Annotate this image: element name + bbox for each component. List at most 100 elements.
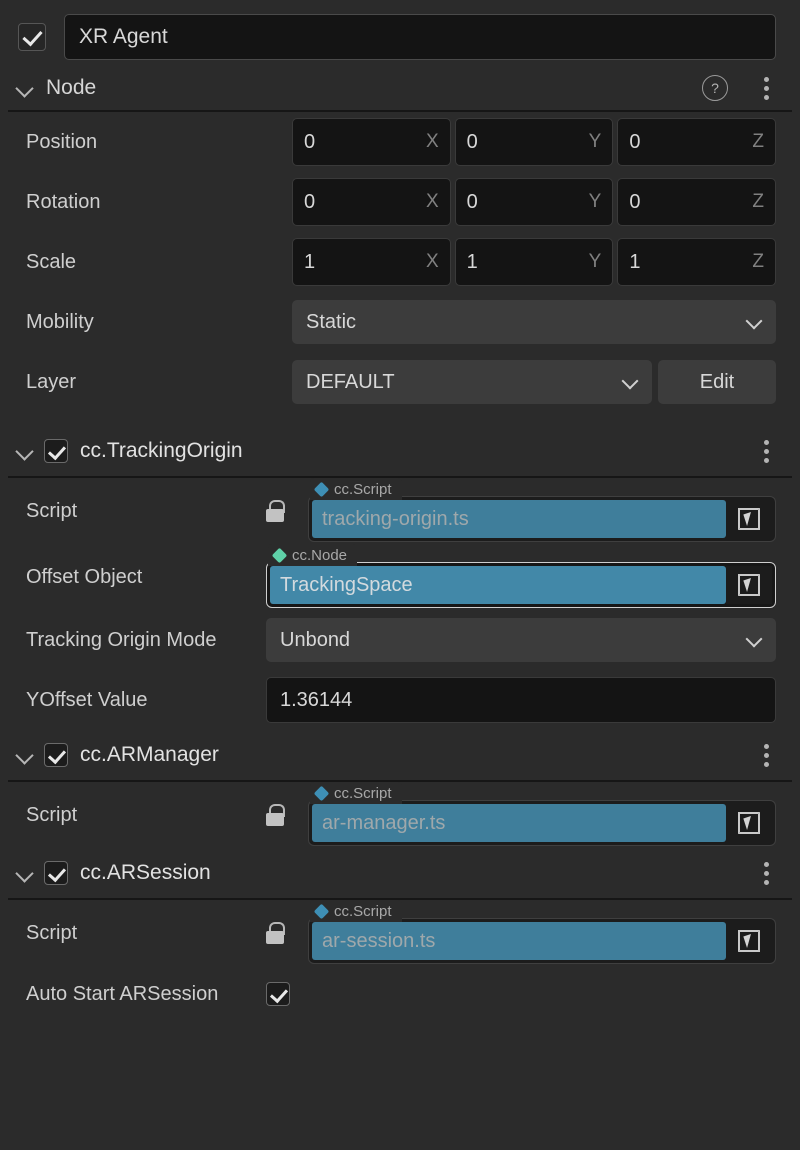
kebab-menu-icon[interactable] [756, 75, 776, 101]
property-label: YOffset Value [26, 688, 148, 711]
asset-type-diamond-icon [313, 903, 330, 919]
value: 0 [304, 130, 316, 153]
component-header-tracking-origin[interactable]: cc.TrackingOrigin [0, 426, 800, 476]
position-x-input[interactable]: 0 X [292, 118, 451, 166]
property-label: Mobility [26, 310, 94, 333]
gap [0, 412, 800, 426]
position-z-input[interactable]: 0 Z [617, 118, 777, 166]
tracking-origin-mode-select[interactable]: Unbond [266, 618, 776, 662]
chevron-down-icon[interactable] [14, 862, 36, 884]
property-label: Rotation [26, 190, 101, 213]
property-row-position: Position 0 X 0 Y 0 Z [0, 112, 800, 172]
value: 1 [629, 250, 641, 273]
node-picker-icon [738, 930, 760, 952]
property-row-tracking-origin-mode: Tracking Origin Mode Unbond [0, 610, 800, 670]
node-picker-button[interactable] [726, 500, 772, 538]
property-label: Position [26, 130, 98, 153]
scale-x-input[interactable]: 1 X [292, 238, 451, 286]
value: 0 [629, 190, 641, 213]
node-enabled-checkbox[interactable] [18, 22, 46, 51]
rotation-y-input[interactable]: 0 Y [454, 178, 614, 226]
axis-label-z: Z [752, 131, 765, 152]
mobility-selected-value: Static [306, 310, 357, 333]
mobility-select[interactable]: Static [292, 300, 776, 344]
value: 1 [466, 250, 478, 273]
component-title: cc.ARManager [80, 743, 219, 766]
position-y-input[interactable]: 0 Y [454, 118, 614, 166]
chevron-down-icon[interactable] [14, 440, 36, 462]
node-reference-box[interactable]: TrackingSpace [266, 562, 776, 608]
property-row-scale: Scale 1 X 1 Y 1 Z [0, 232, 800, 292]
component-header-ar-session[interactable]: cc.ARSession [0, 848, 800, 898]
chevron-down-icon [624, 375, 638, 389]
rotation-x-input[interactable]: 0 X [292, 178, 451, 226]
layer-edit-button[interactable]: Edit [658, 360, 776, 404]
chevron-down-icon[interactable] [14, 744, 36, 766]
node-reference-value[interactable]: TrackingSpace [270, 566, 726, 604]
property-row-script: Script cc.Script ar-manager.ts [0, 782, 800, 848]
component-enabled-checkbox[interactable] [44, 439, 68, 463]
rotation-z-input[interactable]: 0 Z [617, 178, 777, 226]
vector3-input-group: 0 X 0 Y 0 Z [292, 178, 777, 226]
yoffset-value-input[interactable]: 1.36144 [266, 677, 776, 723]
component-enabled-checkbox[interactable] [44, 743, 68, 767]
axis-label-y: Y [588, 251, 602, 272]
property-label: Offset Object [26, 565, 143, 588]
node-section-header[interactable]: Node ? [0, 66, 800, 110]
scale-y-input[interactable]: 1 Y [454, 238, 614, 286]
asset-type-tag: cc.Script [310, 900, 402, 922]
property-label: Tracking Origin Mode [26, 628, 217, 651]
question-circle-icon[interactable]: ? [702, 75, 728, 101]
chevron-down-icon [748, 633, 762, 647]
node-picker-button[interactable] [726, 566, 772, 604]
asset-type-label: cc.Script [334, 902, 392, 920]
layer-selected-value: DEFAULT [306, 370, 395, 393]
asset-type-label: cc.Script [334, 480, 392, 498]
inspector-panel: XR Agent Node ? Position 0 X 0 Y 0 Z Rot… [0, 0, 800, 1150]
node-name-input[interactable]: XR Agent [64, 13, 776, 60]
node-section-title: Node [46, 76, 97, 99]
asset-type-diamond-icon [313, 481, 330, 497]
axis-label-x: X [425, 191, 439, 212]
axis-label-y: Y [588, 131, 602, 152]
chevron-down-icon [748, 315, 762, 329]
asset-reference-value[interactable]: ar-session.ts [312, 922, 726, 960]
component-title: cc.TrackingOrigin [80, 439, 243, 462]
kebab-menu-icon[interactable] [756, 860, 776, 886]
asset-type-tag: cc.Script [310, 782, 402, 804]
node-picker-button[interactable] [726, 804, 772, 842]
asset-type-tag: cc.Node [268, 544, 358, 566]
node-picker-icon [738, 508, 760, 530]
scale-z-input[interactable]: 1 Z [617, 238, 777, 286]
asset-type-label: cc.Script [334, 784, 392, 802]
asset-reference-value[interactable]: ar-manager.ts [312, 804, 726, 842]
kebab-menu-icon[interactable] [756, 438, 776, 464]
property-row-auto-start-arsession: Auto Start ARSession [0, 966, 800, 1022]
kebab-menu-icon[interactable] [756, 742, 776, 768]
node-reference-field: cc.Node TrackingSpace [266, 544, 776, 610]
asset-reference-box[interactable]: tracking-origin.ts [308, 496, 776, 542]
asset-reference-box[interactable]: ar-manager.ts [308, 800, 776, 846]
asset-reference-box[interactable]: ar-session.ts [308, 918, 776, 964]
asset-reference-value[interactable]: tracking-origin.ts [312, 500, 726, 538]
lock-icon [266, 922, 285, 944]
axis-label-z: Z [752, 251, 765, 272]
asset-reference-field: cc.Script ar-session.ts [308, 900, 776, 966]
tracking-origin-mode-value: Unbond [280, 628, 351, 651]
component-title: cc.ARSession [80, 861, 211, 884]
property-label: Layer [26, 370, 77, 393]
property-row-mobility: Mobility Static [0, 292, 800, 352]
asset-type-label: cc.Node [292, 546, 348, 564]
layer-select[interactable]: DEFAULT [292, 360, 652, 404]
asset-type-diamond-icon [313, 785, 330, 801]
chevron-down-icon[interactable] [14, 77, 36, 99]
component-header-ar-manager[interactable]: cc.ARManager [0, 730, 800, 780]
value: 1 [304, 250, 316, 273]
node-picker-button[interactable] [726, 922, 772, 960]
node-picker-icon [738, 812, 760, 834]
axis-label-x: X [425, 251, 439, 272]
property-row-script: Script cc.Script tracking-origin.ts [0, 478, 800, 544]
auto-start-arsession-checkbox[interactable] [266, 982, 290, 1006]
component-enabled-checkbox[interactable] [44, 861, 68, 885]
asset-reference-field: cc.Script ar-manager.ts [308, 782, 776, 848]
